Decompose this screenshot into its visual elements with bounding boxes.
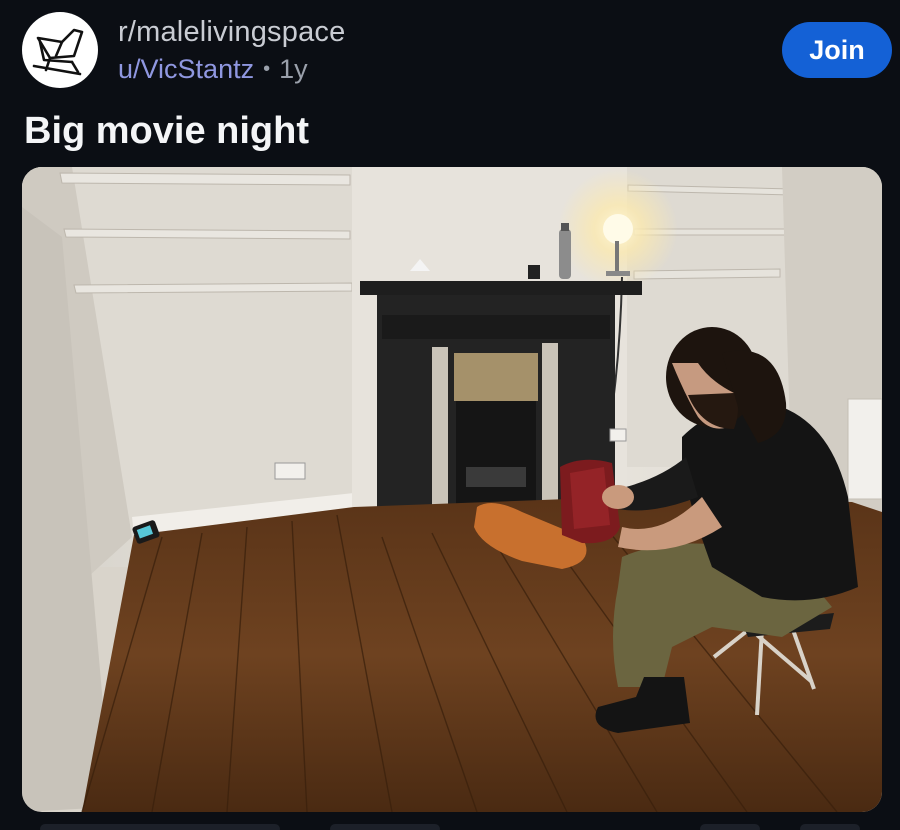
author-link[interactable]: u/VicStantz [118,54,254,85]
post-card: r/malelivingspace u/VicStantz • 1y Join … [0,0,900,830]
action-pill[interactable] [330,824,440,830]
post-title[interactable]: Big movie night [24,110,309,153]
armchair-icon [32,28,84,76]
action-pill[interactable] [800,824,860,830]
community-avatar[interactable] [22,12,98,88]
byline-separator: • [263,58,271,80]
action-pill[interactable] [40,824,280,830]
post-byline: u/VicStantz • 1y [118,54,308,85]
post-age: 1y [279,54,308,84]
action-pill[interactable] [700,824,760,830]
post-actions-strip [0,822,900,830]
room-photo [22,167,882,812]
join-button[interactable]: Join [782,22,892,78]
community-name[interactable]: r/malelivingspace [118,16,345,49]
post-image[interactable] [22,167,882,812]
